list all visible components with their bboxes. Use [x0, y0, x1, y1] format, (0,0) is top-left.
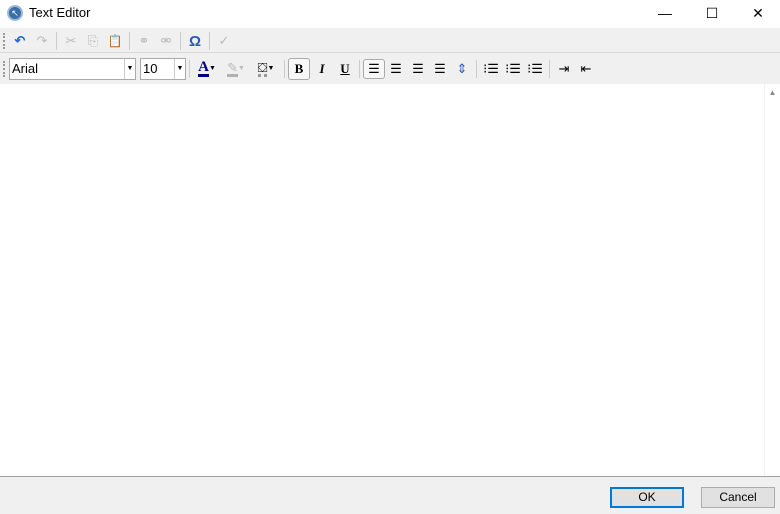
separator [129, 32, 130, 50]
paint-bucket-icon: ⛋ [257, 59, 268, 77]
app-icon: ↖ [7, 5, 23, 21]
title-bar: ↖ Text Editor — ☐ ✕ [0, 0, 780, 28]
paste-icon[interactable]: 📋 [104, 31, 126, 51]
separator [476, 59, 477, 78]
separator [209, 32, 210, 50]
separator [284, 59, 285, 78]
multilevel-list-icon[interactable]: ⁝☰ [524, 59, 546, 79]
minimize-button[interactable]: — [642, 0, 688, 28]
highlight-icon: ✎ [227, 59, 238, 77]
spellcheck-icon[interactable]: ✓ [213, 31, 235, 51]
copy-icon[interactable]: ⎘ [82, 31, 104, 51]
decrease-indent-icon[interactable]: ⇤ [575, 59, 597, 79]
separator [56, 32, 57, 50]
undo-icon[interactable]: ↶ [9, 31, 31, 51]
italic-button[interactable]: I [310, 58, 334, 80]
unlink-icon[interactable]: ⚮ [155, 31, 177, 51]
size-select[interactable]: 10 ▼ [140, 57, 186, 80]
format-toolbar: Arial ▼ 10 ▼ A ▼ ✎ ▼ ⛋ ▼ B I U ☰ ☰ ☰ ☰ ⇕ ⁝☰ … [0, 55, 780, 82]
size-value: 10 [143, 61, 158, 76]
chevron-down-icon[interactable]: ▼ [174, 58, 185, 79]
close-button[interactable]: ✕ [735, 0, 780, 28]
dialog-footer: OK Cancel [0, 476, 780, 514]
bold-button[interactable]: B [288, 57, 310, 80]
separator [189, 59, 190, 78]
text-editor-area[interactable] [0, 84, 764, 476]
link-icon[interactable]: ⚭ [133, 31, 155, 51]
cancel-button[interactable]: Cancel [701, 487, 775, 508]
line-spacing-icon[interactable]: ⇕ [451, 59, 473, 79]
separator [359, 59, 360, 78]
font-color-button[interactable]: A ▼ [193, 59, 221, 79]
redo-icon[interactable]: ↷ [31, 31, 53, 51]
vertical-scrollbar[interactable]: ▲ [764, 84, 780, 476]
highlight-button[interactable]: ✎ ▼ [221, 59, 251, 79]
toolbar-grip[interactable] [3, 33, 6, 49]
edit-toolbar: ↶ ↷ ✂ ⎘ 📋 ⚭ ⚮ Ω ✓ [0, 30, 780, 53]
ok-button[interactable]: OK [610, 487, 684, 508]
font-color-icon: A [198, 58, 209, 77]
toolbar-grip[interactable] [3, 60, 6, 77]
align-center-icon[interactable]: ☰ [385, 59, 407, 79]
increase-indent-icon[interactable]: ⇥ [553, 59, 575, 79]
numbered-list-icon[interactable]: ⁝☰ [502, 59, 524, 79]
chevron-down-icon[interactable]: ▼ [124, 58, 135, 79]
maximize-button[interactable]: ☐ [689, 0, 735, 28]
justify-icon[interactable]: ☰ [429, 59, 451, 79]
scroll-up-icon[interactable]: ▲ [765, 88, 780, 97]
font-value: Arial [12, 61, 39, 76]
font-select[interactable]: Arial ▼ [9, 57, 136, 80]
underline-button[interactable]: U [334, 58, 356, 80]
background-color-button[interactable]: ⛋ ▼ [251, 59, 281, 79]
window-title: Text Editor [29, 5, 91, 20]
symbol-icon[interactable]: Ω [184, 31, 206, 51]
align-left-icon[interactable]: ☰ [363, 58, 385, 79]
separator [180, 32, 181, 50]
align-right-icon[interactable]: ☰ [407, 59, 429, 79]
separator [549, 59, 550, 78]
cut-icon[interactable]: ✂ [60, 31, 82, 51]
bullet-list-icon[interactable]: ⁝☰ [480, 59, 502, 79]
